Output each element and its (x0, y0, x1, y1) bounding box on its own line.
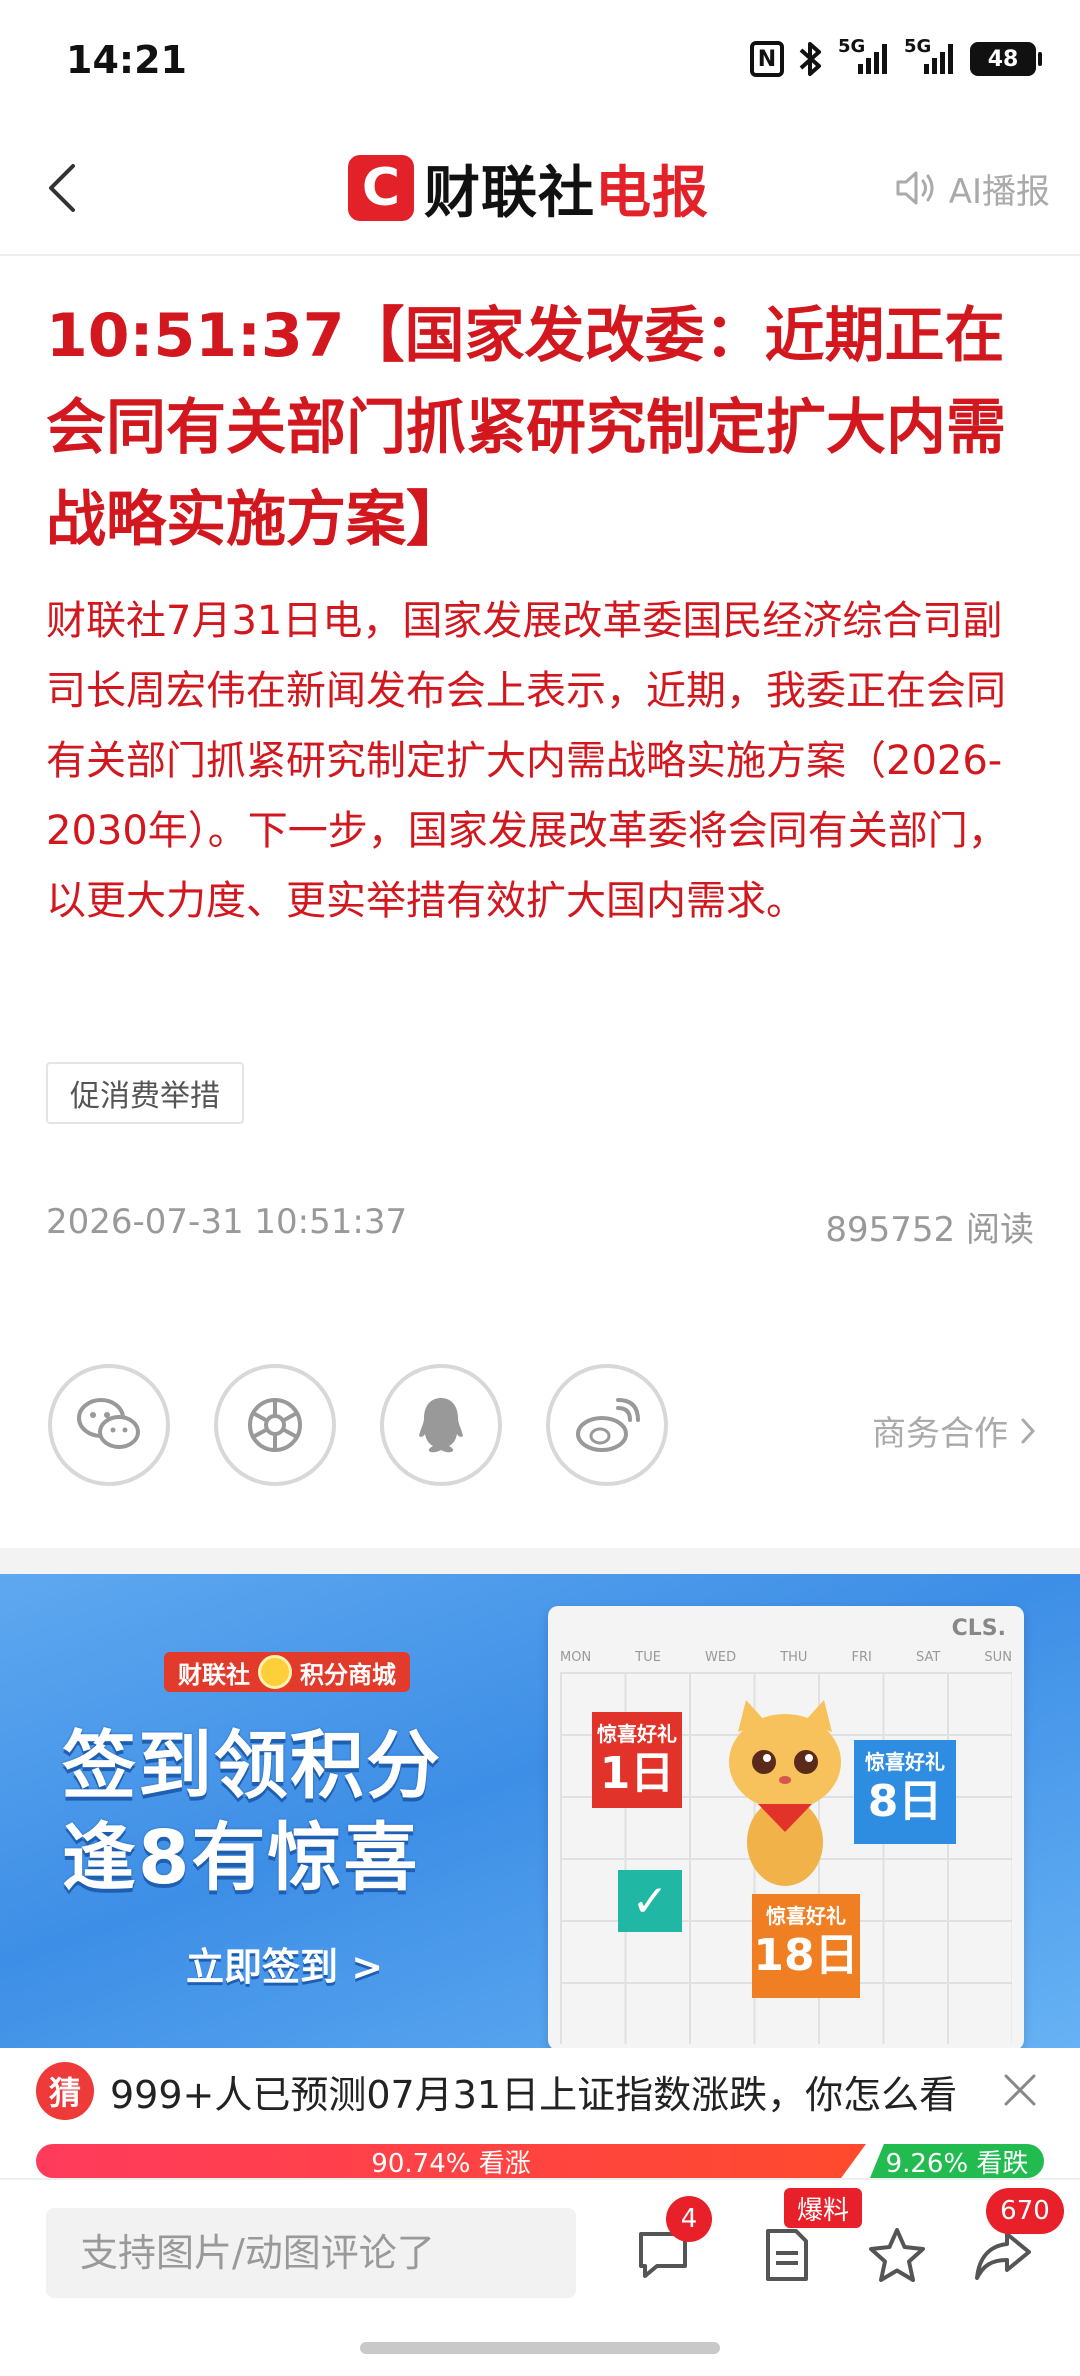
gift-card-day: 18日 (753, 1930, 859, 1981)
business-cooperation-link[interactable]: 商务合作 (872, 1406, 1036, 1455)
ai-broadcast-button[interactable]: AI播报 (895, 160, 1050, 216)
status-bar: 14:21 N 5G 5G 48 (0, 0, 1080, 120)
cellular-signal-1-icon: 5G (838, 36, 890, 78)
chevron-right-icon (1021, 1418, 1036, 1443)
status-time: 14:21 (66, 38, 187, 82)
app-header: C 财联社 电报 AI播报 (0, 120, 1080, 256)
index-prediction-panel[interactable]: 猜 999+人已预测07月31日上证指数涨跌，你怎么看 90.74% 看涨 9.… (0, 2048, 1080, 2178)
logo-accent-text: 电报 (595, 160, 709, 226)
coin-icon (258, 1655, 292, 1689)
gift-card-day: 1日 (599, 1748, 675, 1799)
share-wechat-button[interactable] (48, 1364, 170, 1486)
gift-card-day18: 惊喜好礼 18日 (752, 1894, 860, 1998)
weekday-label: MON (560, 1650, 592, 1665)
weekday-label: THU (780, 1650, 808, 1665)
gift-card-day8: 惊喜好礼 8日 (854, 1740, 956, 1844)
moments-aperture-icon (248, 1398, 302, 1452)
prediction-question: 999+人已预测07月31日上证指数涨跌，你怎么看 (110, 2073, 958, 2117)
article-body: 财联社7月31日电，国家发展改革委国民经济综合司副司长周宏伟在新闻发布会上表示，… (46, 598, 1008, 924)
gift-card-label: 惊喜好礼 (865, 1750, 945, 1774)
bluetooth-icon (798, 40, 824, 78)
comment-count-badge: 4 (666, 2196, 712, 2242)
star-icon (869, 2228, 925, 2282)
home-indicator[interactable] (360, 2342, 720, 2354)
publish-datetime: 2026-07-31 10:51:37 (46, 1202, 408, 1242)
share-row (48, 1364, 668, 1486)
share-arrow-icon (975, 2232, 1031, 2280)
logo-text: 财联社 (424, 160, 595, 226)
weekday-label: WED (705, 1650, 737, 1665)
section-divider (0, 1548, 1080, 1574)
calendar-weekdays: MON TUE WED THU FRI SAT SUN (560, 1650, 1012, 1665)
business-cooperation-label: 商务合作 (872, 1414, 1008, 1454)
battery-icon: 48 (970, 42, 1042, 76)
logo-mark-icon: C (348, 155, 414, 221)
signal-1-label: 5G (838, 36, 866, 57)
topic-tag[interactable]: 促消费举措 (46, 1062, 244, 1124)
banner-title-line1: 签到领积分 (62, 1723, 442, 1809)
tipoff-button[interactable]: 爆料 (756, 2188, 862, 2286)
checkin-now-button[interactable]: 立即签到 > (186, 1936, 383, 1991)
checkin-banner[interactable]: 财联社 积分商城 签到领积分 逢8有惊喜 立即签到 > CLS. MON TUE… (0, 1574, 1080, 2048)
weekday-label: SUN (984, 1650, 1012, 1665)
status-icons: N 5G 5G 48 (750, 36, 1042, 78)
calendar-brand: CLS. (951, 1616, 1006, 1641)
banner-title: 签到领积分 逢8有惊喜 (62, 1720, 442, 1904)
share-count-badge: 670 (986, 2188, 1064, 2234)
weekday-label: FRI (851, 1650, 872, 1665)
points-mall-badge: 财联社 积分商城 (164, 1652, 410, 1692)
comments-button[interactable]: 4 (632, 2196, 712, 2286)
read-count: 895752 阅读 (825, 1210, 1034, 1250)
gift-card-day: 8日 (867, 1776, 943, 1827)
banner-title-line2: 逢8有惊喜 (62, 1815, 420, 1901)
checkmark-icon: ✓ (618, 1870, 682, 1932)
share-weibo-button[interactable] (546, 1364, 668, 1486)
guess-icon: 猜 (36, 2062, 94, 2120)
qq-penguin-icon (419, 1398, 463, 1453)
gift-card-label: 惊喜好礼 (766, 1904, 846, 1928)
speaker-icon (896, 171, 934, 205)
cellular-signal-2-icon: 5G (904, 36, 956, 78)
wechat-icon (77, 1398, 140, 1449)
app-logo: C 财联社 电报 (348, 146, 709, 230)
calendar-illustration: CLS. MON TUE WED THU FRI SAT SUN 惊喜好礼 1日… (548, 1606, 1024, 2048)
vote-up-bar[interactable]: 90.74% 看涨 (36, 2144, 866, 2178)
share-qq-button[interactable] (380, 1364, 502, 1486)
back-button[interactable] (32, 154, 92, 222)
article-headline: 10:51:37【国家发改委：近期正在会同有关部门抓紧研究制定扩大内需战略实施方… (46, 301, 1006, 555)
nfc-icon: N (750, 41, 784, 77)
gift-card-day1: 惊喜好礼 1日 (592, 1712, 682, 1808)
share-button[interactable]: 670 (972, 2188, 1064, 2286)
badge-mall: 积分商城 (300, 1660, 396, 1689)
favorite-button[interactable] (866, 2224, 928, 2286)
vote-down-bar[interactable]: 9.26% 看跌 (870, 2144, 1044, 2178)
weekday-label: SAT (916, 1650, 941, 1665)
document-icon (766, 2229, 808, 2281)
comment-input[interactable] (46, 2208, 576, 2298)
gift-card-label: 惊喜好礼 (597, 1722, 677, 1746)
ai-broadcast-label: AI播报 (948, 171, 1050, 212)
close-icon (1004, 2074, 1036, 2106)
share-moments-button[interactable] (214, 1364, 336, 1486)
tipoff-badge: 爆料 (784, 2188, 862, 2228)
weekday-label: TUE (635, 1650, 661, 1665)
signal-2-label: 5G (904, 36, 932, 57)
cat-mascot-icon (729, 1700, 841, 1886)
weibo-icon (576, 1398, 640, 1452)
chevron-left-icon (49, 164, 75, 212)
badge-brand: 财联社 (178, 1660, 250, 1689)
prediction-close-button[interactable] (992, 2062, 1048, 2118)
